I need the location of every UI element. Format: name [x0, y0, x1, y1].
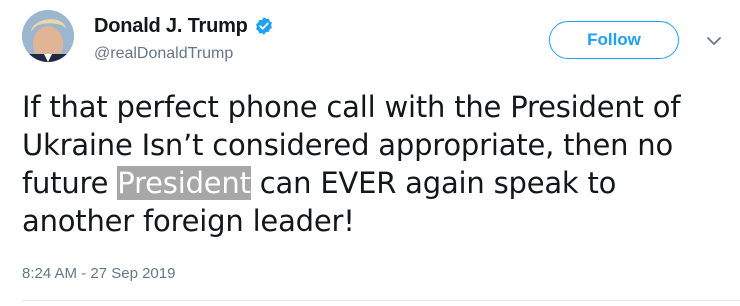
chevron-down-icon[interactable]	[706, 33, 722, 49]
tweet-line: If that perfect phone call with the Pres…	[22, 90, 681, 124]
tweet-text: If that perfect phone call with the Pres…	[22, 88, 734, 240]
display-name[interactable]: Donald J. Trump	[94, 15, 248, 38]
tweet-line-segment: future	[22, 166, 118, 200]
tweet-card: Donald J. Trump @realDonaldTrump Follow …	[0, 0, 740, 306]
selected-text[interactable]: President	[117, 166, 251, 200]
follow-button[interactable]: Follow	[549, 21, 679, 59]
tweet-line-segment: can EVER again speak to	[250, 166, 617, 200]
tweet-line: another foreign leader!	[22, 204, 355, 238]
author-name-row: Donald J. Trump	[94, 14, 274, 38]
tweet-timestamp[interactable]: 8:24 AM - 27 Sep 2019	[22, 265, 175, 282]
verified-badge-icon	[254, 16, 274, 36]
tweet-line: future President can EVER again speak to	[22, 164, 734, 202]
profile-photo-icon	[22, 10, 74, 62]
divider	[22, 300, 740, 301]
author-handle[interactable]: @realDonaldTrump	[94, 45, 233, 63]
avatar[interactable]	[22, 10, 74, 62]
tweet-line: Ukraine Isn’t considered appropriate, th…	[22, 128, 674, 162]
